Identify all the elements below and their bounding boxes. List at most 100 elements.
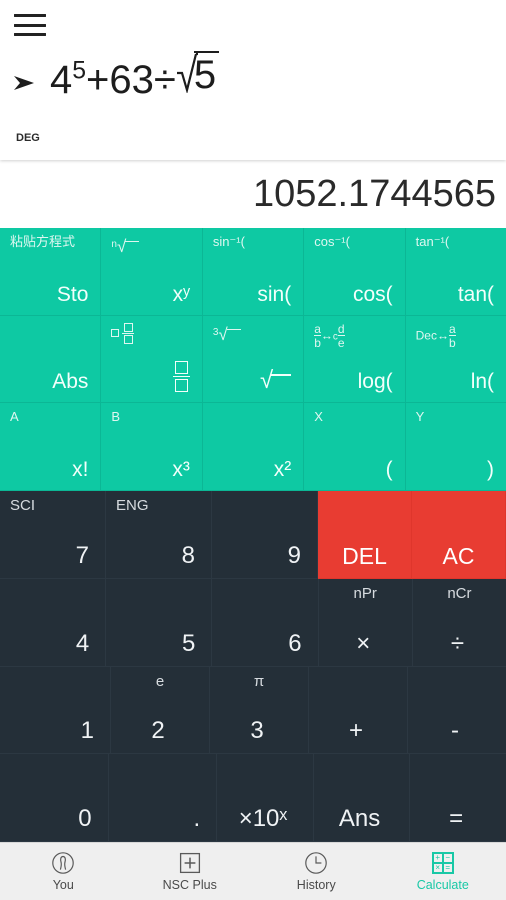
key-sec-label: ENG bbox=[116, 497, 149, 515]
keypad: 粘贴方程式 Sto n √ xʸ sin⁻¹( sin( cos⁻¹( cos( … bbox=[0, 228, 506, 843]
key-sec-label: π bbox=[253, 672, 265, 690]
key-main-label: ln( bbox=[470, 370, 495, 394]
key-main-label: x² bbox=[273, 458, 292, 482]
key-five[interactable]: 5 bbox=[106, 578, 213, 667]
nav-item-you[interactable]: You bbox=[0, 843, 127, 900]
key-sin[interactable]: sin⁻¹( sin( bbox=[202, 228, 305, 316]
key-main-label: ( bbox=[385, 458, 393, 482]
key-main-label: 3 bbox=[250, 717, 264, 745]
key-main-label: 4 bbox=[75, 629, 90, 657]
expr-exponent: 5 bbox=[72, 57, 87, 85]
key-main-label: - bbox=[451, 717, 459, 745]
nav-label: History bbox=[296, 878, 336, 892]
key-main-label: + bbox=[348, 717, 363, 745]
square-root-icon: √ bbox=[260, 369, 292, 393]
key-all-clear[interactable]: AC bbox=[412, 491, 506, 579]
key-eight[interactable]: ENG 8 bbox=[106, 491, 212, 579]
key-six[interactable]: 6 bbox=[212, 578, 319, 667]
key-sec-label: nPr bbox=[353, 584, 377, 602]
key-sec-label: 粘贴方程式 bbox=[10, 234, 76, 249]
key-sto[interactable]: 粘贴方程式 Sto bbox=[0, 228, 102, 316]
result-area: 1052.1744565 bbox=[0, 160, 506, 228]
nth-root-icon: n √ bbox=[111, 235, 140, 255]
result-value: 1052.1744565 bbox=[252, 172, 496, 215]
keypad-row: 粘贴方程式 Sto n √ xʸ sin⁻¹( sin( cos⁻¹( cos( … bbox=[0, 228, 506, 316]
key-two[interactable]: e 2 bbox=[111, 666, 210, 755]
key-open-paren[interactable]: X ( bbox=[304, 403, 406, 492]
key-answer[interactable]: Ans bbox=[313, 754, 411, 843]
key-log[interactable]: a b ↔c d e log( bbox=[304, 315, 406, 404]
key-sec-label: A bbox=[10, 409, 19, 425]
key-square-root[interactable]: 3 √ √ bbox=[202, 315, 305, 404]
keypad-row: SCI 7 ENG 8 9 DEL AC bbox=[0, 491, 506, 579]
key-divide[interactable]: nCr ÷ bbox=[412, 578, 506, 667]
nav-label: Calculate bbox=[416, 878, 469, 892]
key-minus[interactable]: - bbox=[408, 666, 506, 755]
improper-mixed-toggle-icon: a b ↔c d e bbox=[314, 321, 345, 350]
key-multiply[interactable]: nPr × bbox=[318, 578, 413, 667]
key-one[interactable]: 1 bbox=[0, 666, 111, 755]
key-equals[interactable]: = bbox=[410, 754, 506, 843]
fraction-icon bbox=[172, 360, 190, 393]
key-main-label: 7 bbox=[75, 541, 89, 569]
key-sec-label: e bbox=[155, 672, 165, 690]
key-main-label: cos( bbox=[352, 282, 393, 306]
key-fraction[interactable] bbox=[101, 315, 203, 404]
expression-text: 45+63÷ 5 bbox=[50, 51, 220, 106]
keypad-row: Abs 3 √ √ a b ↔c d e log(Dec↔ a b ln( bbox=[0, 315, 506, 404]
key-main-label: 2 bbox=[151, 717, 165, 745]
key-main-label: ÷ bbox=[450, 629, 464, 657]
key-ln[interactable]: Dec↔ a b ln( bbox=[405, 315, 506, 404]
key-factorial[interactable]: A x! bbox=[0, 403, 102, 492]
nav-label: You bbox=[52, 878, 74, 892]
expr-radicand: 5 bbox=[193, 51, 220, 95]
clock-icon bbox=[304, 851, 328, 875]
keypad-row: 0 . ×10ˣ Ans = bbox=[0, 754, 506, 843]
dec-fraction-toggle-icon: Dec↔ a b bbox=[415, 321, 456, 350]
key-three[interactable]: π 3 bbox=[210, 666, 309, 755]
key-times-ten-power[interactable]: ×10ˣ bbox=[217, 754, 314, 843]
key-main-label: log( bbox=[357, 370, 393, 394]
key-main-label: = bbox=[449, 805, 464, 833]
key-sec-label: B bbox=[111, 409, 121, 425]
nav-label: NSC Plus bbox=[162, 878, 217, 892]
key-sec-label: sin⁻¹( bbox=[212, 234, 245, 249]
key-x-cubed[interactable]: B x³ bbox=[101, 403, 203, 492]
key-main-label: 0 bbox=[78, 805, 92, 833]
key-zero[interactable]: 0 bbox=[0, 754, 109, 843]
key-seven[interactable]: SCI 7 bbox=[0, 491, 106, 579]
key-main-label: AC bbox=[442, 542, 475, 569]
key-tan[interactable]: tan⁻¹( tan( bbox=[405, 228, 506, 316]
key-four[interactable]: 4 bbox=[0, 578, 107, 667]
key-main-label: sin( bbox=[257, 282, 292, 306]
key-cos[interactable]: cos⁻¹( cos( bbox=[304, 228, 406, 316]
nav-item-history[interactable]: History bbox=[253, 843, 380, 900]
key-plus[interactable]: + bbox=[309, 666, 408, 755]
key-abs[interactable]: Abs bbox=[0, 315, 102, 404]
key-main-label: 1 bbox=[80, 717, 94, 745]
key-main-label: xʸ bbox=[172, 282, 190, 306]
angle-mode-label[interactable]: DEG bbox=[16, 132, 40, 144]
mixed-fraction-icon bbox=[111, 322, 135, 345]
key-x-power-y[interactable]: n √ xʸ bbox=[101, 228, 203, 316]
key-main-label: 5 bbox=[182, 629, 196, 657]
hamburger-menu-icon[interactable] bbox=[14, 14, 46, 36]
key-sec-label: nCr bbox=[447, 584, 472, 602]
cube-root-icon: 3 √ bbox=[213, 323, 241, 343]
key-sec-label: X bbox=[314, 409, 323, 425]
expr-middle: +63÷ bbox=[86, 58, 176, 102]
key-main-label: Abs bbox=[52, 370, 89, 394]
expr-base: 4 bbox=[50, 58, 73, 102]
key-close-paren[interactable]: Y ) bbox=[405, 403, 506, 492]
key-nine[interactable]: 9 bbox=[212, 491, 318, 579]
nav-item-nsc-plus[interactable]: NSC Plus bbox=[127, 843, 254, 900]
key-x-squared[interactable]: x² bbox=[202, 403, 305, 492]
key-main-label: 8 bbox=[181, 541, 195, 569]
nav-item-calculate[interactable]: + − × = Calculate bbox=[380, 843, 506, 900]
key-delete[interactable]: DEL bbox=[318, 491, 412, 579]
expression-row[interactable]: 45+63÷ 5 bbox=[0, 34, 506, 106]
key-decimal-point[interactable]: . bbox=[108, 754, 218, 843]
keypad-row: A x! B x³ x² X ( Y ) bbox=[0, 403, 506, 492]
plus-square-icon bbox=[178, 851, 202, 875]
person-circle-icon bbox=[51, 851, 75, 875]
